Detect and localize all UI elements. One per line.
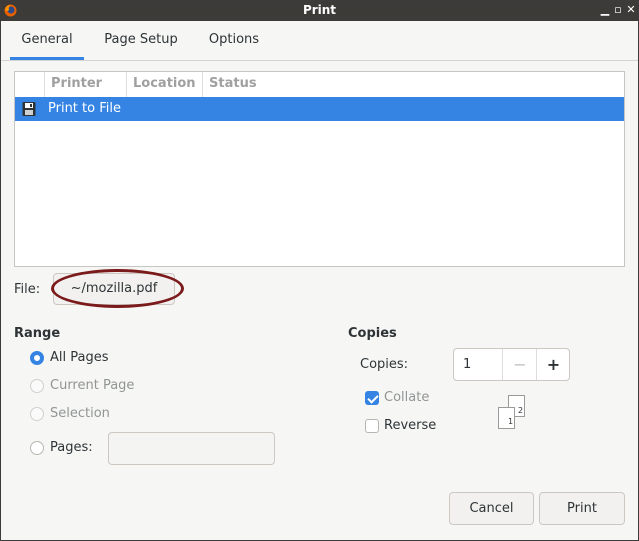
selection-label: Selection <box>50 406 110 421</box>
collate-preview: 2 1 <box>497 395 529 431</box>
pages-radio[interactable] <box>30 441 44 455</box>
reverse-checkbox[interactable] <box>365 419 379 433</box>
column-status[interactable]: Status <box>202 72 624 97</box>
page-number: 2 <box>518 406 524 415</box>
close-icon[interactable]: ✕ <box>625 3 637 17</box>
all-pages-radio[interactable] <box>30 351 44 365</box>
print-button[interactable]: Print <box>539 492 625 525</box>
current-page-label: Current Page <box>50 378 135 393</box>
decrement-button[interactable]: − <box>502 349 537 380</box>
maximize-icon[interactable]: ▫ <box>612 3 624 17</box>
increment-button[interactable]: + <box>536 349 570 380</box>
tab-general[interactable]: General <box>10 21 84 60</box>
file-label: File: <box>14 282 41 297</box>
cancel-button[interactable]: Cancel <box>449 492 534 525</box>
range-title: Range <box>14 326 61 341</box>
collate-checkbox[interactable] <box>365 391 379 405</box>
tab-options[interactable]: Options <box>200 21 268 60</box>
printer-name: Print to File <box>48 101 121 116</box>
window-title: Print <box>302 3 337 17</box>
minimize-icon[interactable]: ▁ <box>599 3 611 17</box>
copies-label: Copies: <box>360 357 409 372</box>
pages-input[interactable] <box>108 432 275 465</box>
current-page-radio <box>30 379 44 393</box>
printer-row-print-to-file[interactable]: Print to File <box>15 97 624 121</box>
column-location[interactable]: Location <box>126 72 202 97</box>
column-printer[interactable]: Printer <box>44 72 126 97</box>
page-icon: 1 <box>498 407 515 429</box>
pages-label[interactable]: Pages: <box>50 440 93 455</box>
page-number: 1 <box>508 417 514 426</box>
column-icon[interactable] <box>15 72 44 97</box>
all-pages-label[interactable]: All Pages <box>50 350 109 365</box>
reverse-label[interactable]: Reverse <box>384 418 436 433</box>
copies-spinbutton[interactable]: 1 − + <box>453 348 570 381</box>
title-bar[interactable]: Print ▁ ▫ ✕ <box>1 1 638 21</box>
selection-radio <box>30 407 44 421</box>
copies-title: Copies <box>348 326 397 341</box>
copies-value[interactable]: 1 <box>463 349 471 380</box>
floppy-disk-icon <box>22 102 36 116</box>
print-dialog: Print ▁ ▫ ✕ General Page Setup Options P… <box>0 0 639 541</box>
printer-list[interactable]: Printer Location Status Print to File <box>14 71 625 267</box>
collate-label[interactable]: Collate <box>384 390 429 405</box>
tab-bar: General Page Setup Options <box>1 21 638 61</box>
tab-page-setup[interactable]: Page Setup <box>98 21 184 60</box>
printer-list-header: Printer Location Status <box>15 72 624 98</box>
highlight-ellipse <box>51 269 184 308</box>
